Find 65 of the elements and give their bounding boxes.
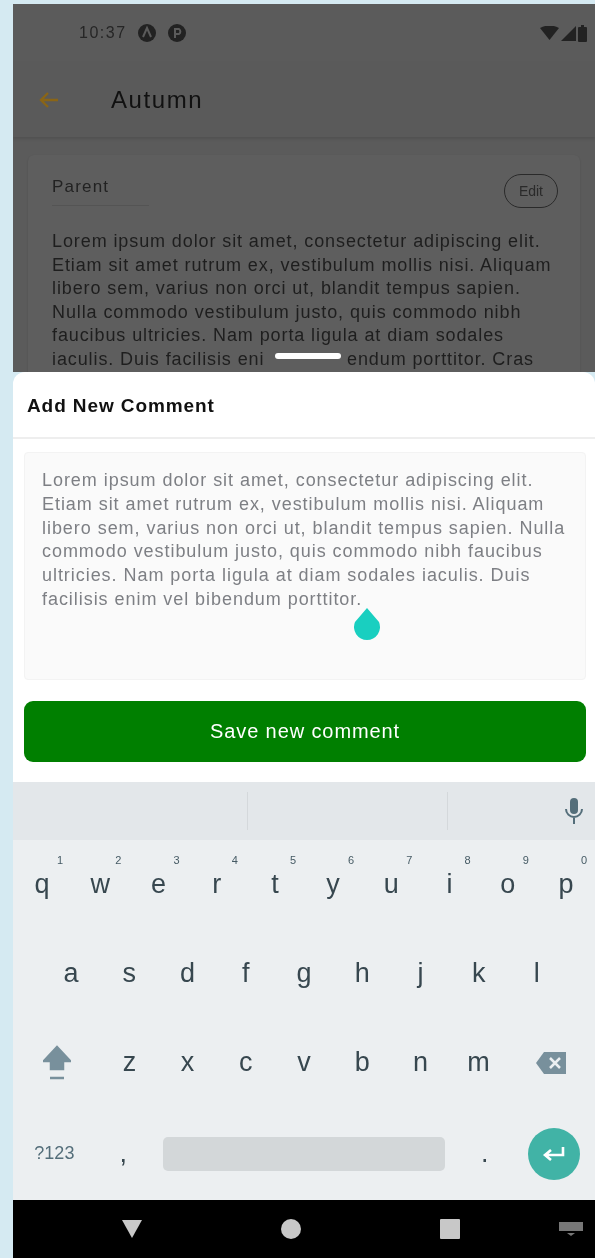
notification-icon — [166, 23, 187, 43]
key-hint: 3 — [173, 854, 180, 866]
keyboard-key[interactable]: w 2 — [71, 840, 130, 929]
symbols-key[interactable]: ?123 — [13, 1107, 96, 1200]
keyboard-key[interactable]: f — [216, 929, 275, 1018]
shift-key-icon[interactable] — [42, 1044, 71, 1081]
keyboard-key[interactable]: m — [449, 1018, 508, 1107]
keyboard-key[interactable]: j — [391, 929, 450, 1018]
enter-icon — [541, 1145, 566, 1162]
keyboard-key[interactable]: y 6 — [304, 840, 363, 929]
signal-icon — [561, 25, 576, 41]
keyboard-key[interactable]: x — [158, 1018, 217, 1107]
keyboard-key[interactable]: z — [100, 1018, 159, 1107]
card-label: Parent — [52, 173, 150, 206]
comment-field[interactable]: Lorem ipsum dolor sit amet, consectetur adipiscing elit. Etiam sit amet rutrum ex, vestibulum mollis nisi. Aliquam libero sem, varius non orci ut, blandit tempus sapien. Nulla commodo vestibulum justo, quis commodo nibh faucibus ultricies. Nam porta ligula at diam sodales iaculis. Duis facilisis enim vel bibendum porttitor. — [24, 452, 586, 680]
key-hint: 2 — [115, 854, 122, 866]
keyboard-key[interactable]: u 7 — [362, 840, 421, 929]
keyboard-key[interactable]: r 4 — [187, 840, 246, 929]
card-text-line: Etiam sit amet rutrum ex, vestibulum mollis nisi. Aliquam — [52, 253, 552, 277]
keyboard-key[interactable]: g — [274, 929, 334, 1018]
keyboard-key[interactable]: o 9 — [478, 840, 537, 929]
key-hint: 7 — [406, 854, 413, 866]
cursor-handle-icon[interactable] — [353, 608, 381, 640]
backspace-icon[interactable] — [535, 1050, 568, 1075]
keyboard-key[interactable]: n — [391, 1018, 450, 1107]
battery-icon — [578, 24, 587, 42]
keyboard-key[interactable]: e 3 — [129, 840, 188, 929]
key-hint: 4 — [231, 854, 238, 866]
save-button[interactable]: Save new comment — [24, 701, 586, 762]
keyboard-key[interactable]: , — [95, 1107, 151, 1200]
keyboard-key[interactable]: k — [449, 929, 508, 1018]
keyboard-key[interactable]: d — [158, 929, 217, 1018]
keyboard-key[interactable]: p 0 — [536, 840, 595, 929]
card-text-line: Lorem ipsum dolor sit amet, consectetur adipiscing elit. — [52, 230, 541, 253]
card-text-line: faucibus ultricies. Nam porta ligula at diam sodales — [52, 324, 504, 348]
notification-icon — [136, 23, 157, 43]
page-title: Autumn — [111, 85, 204, 114]
wifi-icon — [540, 26, 559, 40]
card-text-line: iaculis. Duis facilisis eni — [52, 348, 265, 369]
key-hint: 8 — [464, 854, 471, 866]
sheet-title: Add New Comment — [13, 372, 595, 439]
key-hint: 5 — [289, 854, 296, 866]
keyboard-icon[interactable] — [559, 1222, 583, 1236]
keyboard-key[interactable]: l — [507, 929, 566, 1018]
card-text-line: Nulla commodo vestibulum justo, quis commodo nibh — [52, 300, 522, 324]
drag-handle[interactable] — [275, 353, 341, 359]
card-text-line: endum porttitor. Cras — [347, 347, 534, 371]
key-hint: 0 — [580, 854, 588, 866]
recents-icon[interactable] — [437, 1217, 462, 1241]
keyboard-key[interactable]: h — [333, 929, 392, 1018]
microphone-icon[interactable] — [565, 798, 583, 824]
keyboard-key[interactable]: v — [274, 1018, 334, 1107]
key-hint: 9 — [522, 854, 529, 866]
keyboard-key[interactable]: i 8 — [420, 840, 479, 929]
keyboard-key[interactable]: . — [457, 1107, 513, 1200]
home-icon[interactable] — [279, 1217, 303, 1241]
keyboard-key[interactable]: b — [333, 1018, 392, 1107]
card-text-line: libero sem, varius non orci ut, blandit tempus sapien. — [52, 277, 521, 301]
key-hint: 1 — [57, 854, 64, 866]
keyboard-key[interactable]: t 5 — [245, 840, 304, 929]
keyboard-key[interactable]: c — [216, 1018, 275, 1107]
keyboard-key[interactable]: s — [100, 929, 159, 1018]
keyboard-key[interactable]: a — [42, 929, 101, 1018]
key-hint: 6 — [348, 854, 355, 866]
keyboard-key[interactable]: q 1 — [13, 840, 72, 929]
